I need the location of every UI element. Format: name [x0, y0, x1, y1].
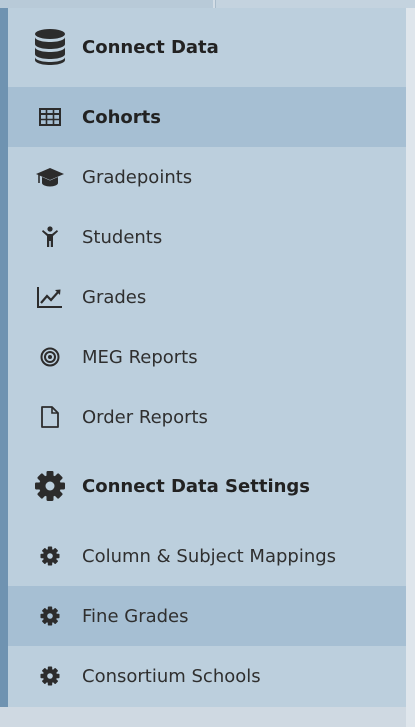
- sidebar-item-label: Grades: [82, 286, 147, 308]
- top-tab-strip: [0, 0, 415, 8]
- sidebar-item-label: Cohorts: [82, 106, 161, 128]
- database-icon: [32, 27, 68, 67]
- sidebar-item-fine-grades[interactable]: Fine Grades: [8, 586, 406, 646]
- child-icon: [32, 217, 68, 257]
- table-icon: [32, 97, 68, 137]
- sidebar-item-label: Connect Data Settings: [82, 475, 311, 497]
- sidebar-item-label: MEG Reports: [82, 346, 198, 368]
- line-chart-icon: [32, 277, 68, 317]
- bullseye-icon: [32, 337, 68, 377]
- top-tab-active[interactable]: [0, 0, 213, 8]
- sidebar-item-cohorts[interactable]: Cohorts: [8, 87, 406, 147]
- sidebar-right-gutter: [406, 8, 415, 727]
- sidebar-item-consortium-schools[interactable]: Consortium Schools: [8, 646, 406, 706]
- sidebar-item-label: Order Reports: [82, 406, 208, 428]
- sidebar-item-connect-data-settings[interactable]: Connect Data Settings: [8, 451, 406, 521]
- sidebar-item-order-reports[interactable]: Order Reports: [8, 387, 406, 447]
- sidebar-nav: Connect Data Cohorts Gradepoints Student…: [8, 8, 406, 707]
- sidebar-accent-rail: [0, 8, 8, 707]
- gear-icon: [32, 536, 68, 576]
- sidebar-item-students[interactable]: Students: [8, 207, 406, 267]
- gear-icon: [32, 656, 68, 696]
- sidebar-item-label: Column & Subject Mappings: [82, 545, 337, 567]
- sidebar-item-label: Connect Data: [82, 36, 219, 58]
- gear-icon: [32, 466, 68, 506]
- sidebar-bottom-gutter: [0, 707, 406, 727]
- sidebar-item-meg-reports[interactable]: MEG Reports: [8, 327, 406, 387]
- top-tab-inactive[interactable]: [215, 0, 415, 8]
- graduation-cap-icon: [32, 157, 68, 197]
- sidebar-item-label: Gradepoints: [82, 166, 193, 188]
- gear-icon: [32, 596, 68, 636]
- sidebar-item-connect-data[interactable]: Connect Data: [8, 12, 406, 82]
- sidebar-item-grades[interactable]: Grades: [8, 267, 406, 327]
- sidebar-item-label: Consortium Schools: [82, 665, 261, 687]
- sidebar-item-column-subject-mappings[interactable]: Column & Subject Mappings: [8, 526, 406, 586]
- sidebar-item-gradepoints[interactable]: Gradepoints: [8, 147, 406, 207]
- sidebar-item-label: Students: [82, 226, 163, 248]
- file-icon: [32, 397, 68, 437]
- sidebar-item-label: Fine Grades: [82, 605, 189, 627]
